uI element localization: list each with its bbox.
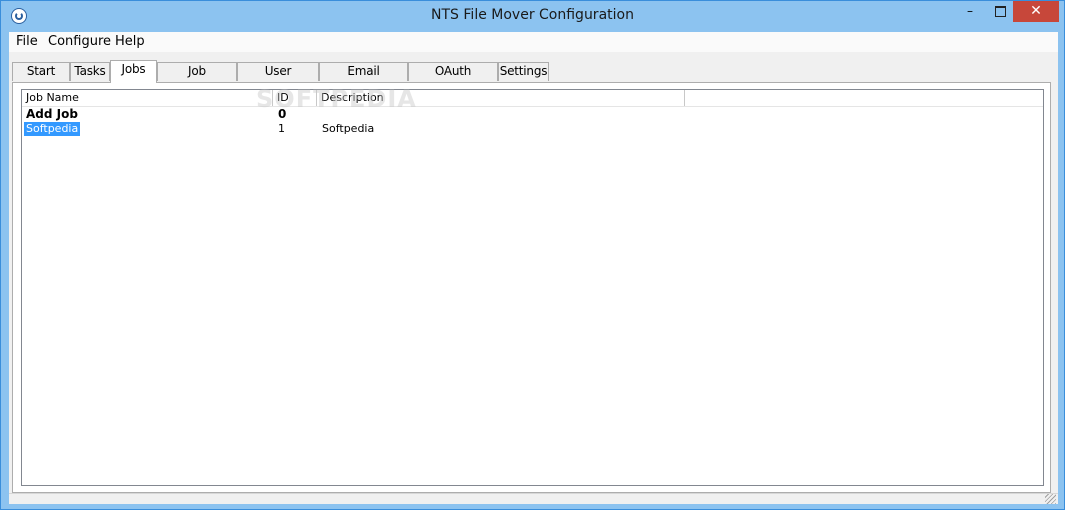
maximize-button[interactable] [986,1,1014,22]
window-title: NTS File Mover Configuration [431,7,634,23]
tab-user-accounts[interactable]: User Accounts [237,62,319,95]
menu-bar: File Configure Help [9,32,1058,53]
menu-file[interactable]: File [16,34,38,49]
app-window: NTS File Mover Configuration – ✕ File Co… [0,0,1065,510]
tab-oauth-accounts[interactable]: OAuth Accounts [408,62,498,95]
job-id-cell: 0 [278,107,287,121]
close-button[interactable]: ✕ [1013,1,1059,22]
jobs-tab-panel: Job Name ID Description SOFTPEDIA Add Jo… [12,82,1051,493]
job-name-cell: Softpedia [24,122,81,136]
column-header-description[interactable]: Description [317,90,685,106]
minimize-button[interactable]: – [956,1,984,22]
maximize-icon [994,6,1006,17]
job-id-cell: 1 [278,122,285,135]
menu-configure[interactable]: Configure [48,34,111,49]
jobs-list[interactable]: Job Name ID Description SOFTPEDIA Add Jo… [21,85,1044,486]
column-header-job-name[interactable]: Job Name [22,90,273,106]
table-row[interactable]: Add Job 0 [22,107,1043,122]
menu-help[interactable]: Help [115,34,145,49]
status-bar [9,493,1058,504]
title-bar[interactable]: NTS File Mover Configuration – ✕ [1,1,1064,32]
tab-job-schedules[interactable]: Job Schedules [157,62,237,95]
job-description-cell: Softpedia [322,122,375,135]
tab-jobs[interactable]: Jobs [110,60,157,83]
resize-grip-icon[interactable] [1045,494,1056,504]
tab-strip: Start Here Tasks Jobs Job Schedules User… [9,60,1058,95]
tab-email-addresses[interactable]: Email Addresses [319,62,408,95]
job-name-cell: Add Job [26,107,78,121]
column-header-id[interactable]: ID [273,90,317,106]
tab-tasks[interactable]: Tasks [70,62,110,81]
client-area: File Configure Help Start Here Tasks Job… [9,32,1058,504]
list-header: Job Name ID Description SOFTPEDIA [22,85,1043,113]
tab-start-here[interactable]: Start Here [12,62,70,95]
tab-settings[interactable]: Settings [498,62,549,81]
table-row[interactable]: Softpedia 1 Softpedia [22,122,1043,137]
